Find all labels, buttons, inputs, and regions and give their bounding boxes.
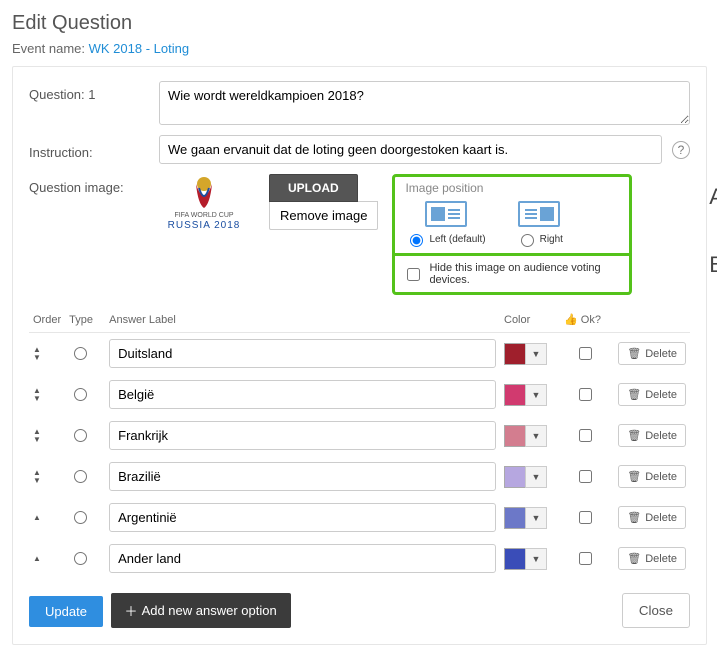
answer-type-radio[interactable] xyxy=(74,511,87,524)
color-swatch[interactable] xyxy=(504,548,526,570)
move-up-icon[interactable]: ▲ xyxy=(33,514,61,522)
th-order: Order xyxy=(29,309,65,333)
close-button[interactable]: Close xyxy=(622,593,690,628)
image-position-title: Image position xyxy=(405,181,621,195)
color-swatch[interactable] xyxy=(504,466,526,488)
logo-text-2: RUSSIA 2018 xyxy=(159,220,249,231)
answer-type-radio[interactable] xyxy=(74,429,87,442)
position-left-radio[interactable]: Left (default) xyxy=(405,231,485,247)
question-image-thumbnail: FIFA WORLD CUP RUSSIA 2018 xyxy=(159,174,249,231)
page-title: Edit Question xyxy=(12,12,707,35)
help-icon[interactable]: ? xyxy=(672,141,690,159)
ok-checkbox[interactable] xyxy=(579,511,592,524)
position-right-radio[interactable]: Right xyxy=(516,231,563,247)
hide-image-checkbox[interactable] xyxy=(407,268,420,281)
image-position-box: Image position Left (default) xyxy=(392,174,632,295)
color-dropdown[interactable]: ▼ xyxy=(525,548,547,570)
th-type: Type xyxy=(65,309,105,333)
ok-checkbox[interactable] xyxy=(579,429,592,442)
edit-panel: Question: 1 <span></span> Instruction: ?… xyxy=(12,66,707,645)
move-up-icon[interactable]: ▲ xyxy=(33,555,61,563)
delete-button[interactable]: 🗑Delete xyxy=(618,342,686,365)
table-row: ▲▼▼🗑Delete xyxy=(29,333,690,375)
plus-icon: ＋ xyxy=(125,601,138,620)
trash-icon: 🗑 xyxy=(627,552,641,565)
answer-type-radio[interactable] xyxy=(74,552,87,565)
position-left-icon xyxy=(425,201,467,227)
hide-image-label: Hide this image on audience voting devic… xyxy=(429,262,621,286)
color-swatch[interactable] xyxy=(504,507,526,529)
answer-label-input[interactable] xyxy=(109,544,496,573)
trash-icon: 🗑 xyxy=(627,511,641,524)
table-row: ▲▼▼🗑Delete xyxy=(29,456,690,497)
table-row: ▲ ▼ 🗑Delete xyxy=(29,538,690,579)
move-down-icon[interactable]: ▼ xyxy=(33,354,61,362)
delete-button[interactable]: 🗑Delete xyxy=(618,424,686,447)
position-right-icon xyxy=(518,201,560,227)
table-row: ▲ ▼ 🗑Delete xyxy=(29,497,690,538)
color-swatch[interactable] xyxy=(504,343,526,365)
question-label: Question: 1 xyxy=(29,81,159,102)
answer-type-radio[interactable] xyxy=(74,470,87,483)
question-image-label: Question image: xyxy=(29,174,159,195)
ok-checkbox[interactable] xyxy=(579,388,592,401)
instruction-label: Instruction: xyxy=(29,139,159,160)
ok-checkbox[interactable] xyxy=(579,347,592,360)
event-label: Event name: xyxy=(12,41,85,56)
worldcup-logo-icon xyxy=(184,174,224,210)
table-row: ▲▼▼🗑Delete xyxy=(29,415,690,456)
color-dropdown[interactable]: ▼ xyxy=(525,384,547,406)
instruction-input[interactable] xyxy=(159,135,662,164)
move-down-icon[interactable]: ▼ xyxy=(33,436,61,444)
th-label: Answer Label xyxy=(105,309,500,333)
th-color: Color xyxy=(500,309,560,333)
event-line: Event name: WK 2018 - Loting xyxy=(12,41,707,56)
answer-label-input[interactable] xyxy=(109,462,496,491)
delete-button[interactable]: 🗑Delete xyxy=(618,547,686,570)
color-dropdown[interactable]: ▼ xyxy=(525,466,547,488)
logo-text-1: FIFA WORLD CUP xyxy=(159,212,249,219)
ok-checkbox[interactable] xyxy=(579,552,592,565)
event-link[interactable]: WK 2018 - Loting xyxy=(89,41,189,56)
update-button[interactable]: Update xyxy=(29,596,103,627)
color-swatch[interactable] xyxy=(504,425,526,447)
move-down-icon[interactable]: ▼ xyxy=(33,477,61,485)
delete-button[interactable]: 🗑Delete xyxy=(618,465,686,488)
color-dropdown[interactable]: ▼ xyxy=(525,507,547,529)
trash-icon: 🗑 xyxy=(627,388,641,401)
delete-button[interactable]: 🗑Delete xyxy=(618,383,686,406)
annotation-a: A. xyxy=(709,184,717,210)
color-dropdown[interactable]: ▼ xyxy=(525,343,547,365)
delete-button[interactable]: 🗑Delete xyxy=(618,506,686,529)
color-dropdown[interactable]: ▼ xyxy=(525,425,547,447)
answer-label-input[interactable] xyxy=(109,503,496,532)
add-answer-button[interactable]: ＋Add new answer option xyxy=(111,593,291,628)
ok-checkbox[interactable] xyxy=(579,470,592,483)
answer-label-input[interactable] xyxy=(109,380,496,409)
table-row: ▲▼▼🗑Delete xyxy=(29,374,690,415)
trash-icon: 🗑 xyxy=(627,470,641,483)
answer-label-input[interactable] xyxy=(109,339,496,368)
answer-type-radio[interactable] xyxy=(74,347,87,360)
annotation-b: B. xyxy=(709,252,717,278)
remove-image-button[interactable]: Remove image xyxy=(269,201,378,230)
color-swatch[interactable] xyxy=(504,384,526,406)
th-ok: 👍 Ok? xyxy=(560,309,610,333)
upload-button[interactable]: UPLOAD xyxy=(269,174,358,202)
move-down-icon[interactable]: ▼ xyxy=(33,395,61,403)
trash-icon: 🗑 xyxy=(627,429,641,442)
answer-type-radio[interactable] xyxy=(74,388,87,401)
answer-label-input[interactable] xyxy=(109,421,496,450)
question-input[interactable]: <span></span> xyxy=(159,81,690,125)
answers-table: Order Type Answer Label Color 👍 Ok? ▲ ▼ ▼ 🗑… xyxy=(29,309,690,579)
trash-icon: 🗑 xyxy=(627,347,641,360)
